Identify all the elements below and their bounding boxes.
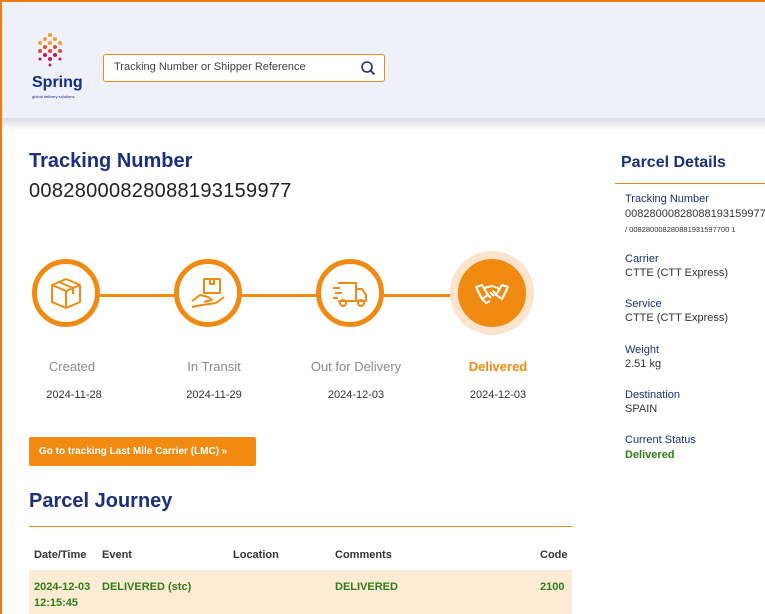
- journey-divider: [29, 526, 572, 527]
- step-label-in-transit: In Transit: [187, 359, 241, 374]
- progress-line-1: [98, 294, 178, 297]
- row-comments: DELIVERED: [335, 581, 398, 593]
- step-delivered: [458, 259, 526, 327]
- detail-tracking-sub: / 008280008280881931597700 1: [625, 225, 736, 234]
- step-out-for-delivery: [316, 259, 384, 327]
- detail-tracking-label: Tracking Number: [625, 193, 709, 205]
- search-input[interactable]: [114, 61, 354, 73]
- spring-logo[interactable]: Spring global delivery solutions: [28, 32, 88, 102]
- detail-carrier-label: Carrier: [625, 253, 659, 265]
- logo-tagline: global delivery solutions: [32, 94, 75, 99]
- box-icon: [51, 278, 81, 309]
- detail-service-label: Service: [625, 298, 662, 310]
- search-icon[interactable]: [360, 60, 376, 76]
- progress-line-3: [382, 294, 462, 297]
- row-event: DELIVERED (stc): [102, 581, 192, 593]
- row-code: 2100: [540, 581, 565, 593]
- parcel-journey-title: Parcel Journey: [29, 490, 173, 512]
- step-label-out-for-delivery: Out for Delivery: [310, 359, 402, 374]
- col-header-event: Event: [102, 549, 132, 561]
- col-header-location: Location: [233, 549, 279, 561]
- step-label-delivered: Delivered: [468, 359, 528, 374]
- step-date-delivered: 2024-12-03: [469, 389, 527, 401]
- detail-status-value: Delivered: [625, 449, 675, 461]
- row-time: 12:15:45: [34, 597, 79, 609]
- col-header-code: Code: [540, 549, 568, 561]
- col-header-comments: Comments: [335, 549, 392, 561]
- col-header-datetime: Date/Time: [34, 549, 87, 561]
- detail-destination-label: Destination: [625, 389, 681, 401]
- progress-line-2: [240, 294, 320, 297]
- details-divider: [615, 183, 765, 184]
- detail-carrier-value: CTTE (CTT Express): [625, 267, 729, 279]
- hand-box-icon: [191, 278, 225, 308]
- detail-tracking-value: 00828000828088193159977: [625, 208, 765, 220]
- step-label-created: Created: [48, 359, 96, 374]
- step-date-in-transit: 2024-11-29: [186, 389, 242, 401]
- lmc-tracking-button[interactable]: Go to tracking Last Mile Carrier (LMC) »: [29, 437, 256, 466]
- detail-destination-value: SPAIN: [625, 403, 658, 415]
- header: Spring global delivery solutions: [2, 2, 765, 118]
- detail-weight-label: Weight: [625, 344, 660, 356]
- step-date-out-for-delivery: 2024-12-03: [327, 389, 385, 401]
- logo-wordmark: Spring: [32, 74, 83, 91]
- step-created: [32, 259, 100, 327]
- row-date: 2024-12-03: [34, 581, 91, 593]
- header-shadow: [2, 118, 765, 130]
- search-box[interactable]: [103, 54, 385, 82]
- truck-icon: [333, 282, 367, 307]
- logo-dots-icon: [38, 33, 62, 67]
- handshake-icon: [475, 284, 509, 304]
- tracking-number-label: Tracking Number: [29, 150, 193, 172]
- detail-weight-value: 2.51 kg: [625, 358, 662, 370]
- step-in-transit: [174, 259, 242, 327]
- tracking-number-value: 00828000828088193159977: [29, 180, 292, 202]
- parcel-details-title: Parcel Details: [621, 154, 726, 171]
- detail-service-value: CTTE (CTT Express): [625, 312, 729, 324]
- detail-status-label: Current Status: [625, 434, 696, 446]
- step-date-created: 2024-11-28: [46, 389, 102, 401]
